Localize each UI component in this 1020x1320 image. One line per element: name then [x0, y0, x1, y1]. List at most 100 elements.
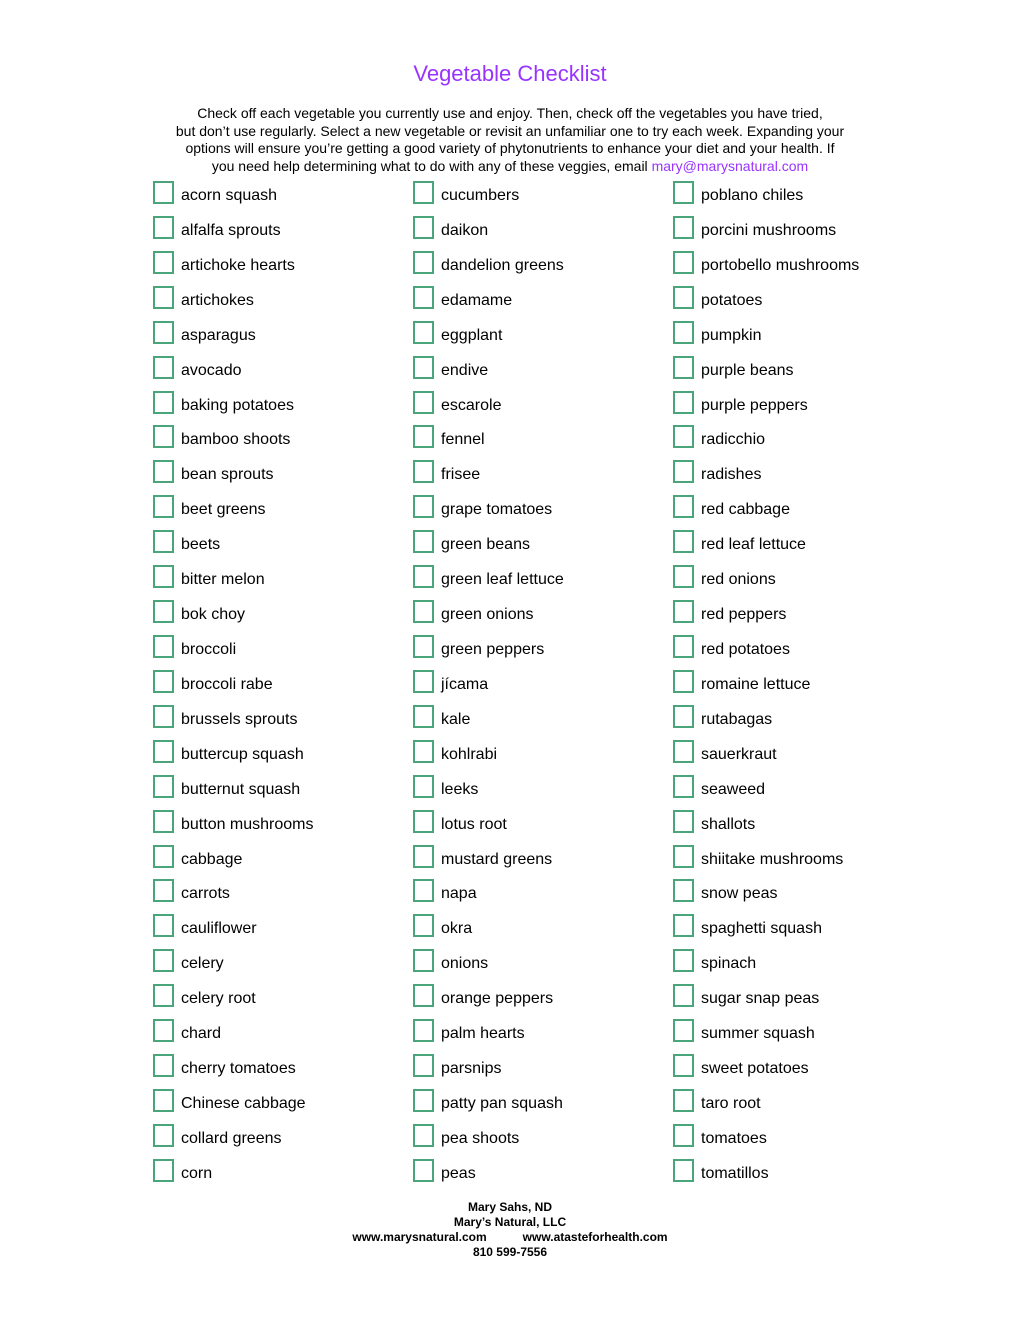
checklist-item[interactable]: baking potatoes — [153, 390, 403, 426]
checkbox[interactable] — [673, 774, 694, 798]
checkbox[interactable] — [153, 879, 174, 903]
checkbox[interactable] — [673, 181, 694, 204]
checkbox[interactable] — [153, 460, 174, 484]
checklist-item[interactable]: collard greens — [153, 1123, 403, 1159]
checklist-item[interactable]: tomatillos — [673, 1158, 923, 1194]
checkbox[interactable] — [153, 355, 174, 379]
checklist-item[interactable]: button mushrooms — [153, 809, 403, 845]
checklist-item[interactable]: asparagus — [153, 320, 403, 356]
checklist-item[interactable]: parsnips — [413, 1054, 663, 1089]
checkbox[interactable] — [153, 215, 174, 239]
checkbox[interactable] — [413, 1088, 434, 1112]
checklist-item[interactable]: pea shoots — [413, 1123, 663, 1159]
checklist-item[interactable]: rutabagas — [673, 704, 923, 740]
checklist-item[interactable]: green peppers — [413, 634, 663, 670]
checklist-item[interactable]: radicchio — [673, 425, 923, 460]
checklist-item[interactable]: broccoli rabe — [153, 669, 403, 705]
checklist-item[interactable]: peas — [413, 1158, 663, 1194]
checkbox[interactable] — [673, 914, 694, 938]
website-link-atasteforhealth[interactable]: www.atasteforhealth.com — [523, 1230, 668, 1244]
checkbox[interactable] — [673, 984, 694, 1008]
checkbox[interactable] — [153, 914, 174, 938]
checkbox[interactable] — [153, 530, 174, 554]
checkbox[interactable] — [153, 1158, 174, 1182]
checkbox[interactable] — [673, 390, 694, 414]
checkbox[interactable] — [673, 949, 694, 973]
checkbox[interactable] — [673, 285, 694, 309]
checkbox[interactable] — [153, 984, 174, 1008]
checkbox[interactable] — [413, 879, 434, 903]
checkbox[interactable] — [673, 844, 694, 868]
checkbox[interactable] — [413, 355, 434, 379]
checklist-item[interactable]: corn — [153, 1158, 403, 1194]
checkbox[interactable] — [413, 390, 434, 414]
checklist-item[interactable]: orange peppers — [413, 984, 663, 1019]
checklist-item[interactable]: red onions — [673, 565, 923, 600]
checkbox[interactable] — [413, 1019, 434, 1043]
checkbox[interactable] — [673, 634, 694, 658]
checklist-item[interactable]: beets — [153, 530, 403, 565]
checklist-item[interactable]: celery — [153, 949, 403, 984]
checkbox[interactable] — [413, 844, 434, 868]
checklist-item[interactable]: endive — [413, 355, 663, 391]
checklist-item[interactable]: purple peppers — [673, 390, 923, 426]
checkbox[interactable] — [153, 669, 174, 693]
checklist-item[interactable]: artichoke hearts — [153, 250, 403, 286]
checkbox[interactable] — [153, 600, 174, 624]
checklist-item[interactable]: brussels sprouts — [153, 704, 403, 740]
checkbox[interactable] — [413, 704, 434, 728]
checkbox[interactable] — [413, 984, 434, 1008]
checklist-item[interactable]: eggplant — [413, 320, 663, 356]
checkbox[interactable] — [153, 739, 174, 763]
checklist-item[interactable]: kohlrabi — [413, 739, 663, 775]
checklist-item[interactable]: buttercup squash — [153, 739, 403, 775]
checkbox[interactable] — [673, 355, 694, 379]
checklist-item[interactable]: cherry tomatoes — [153, 1054, 403, 1089]
checkbox[interactable] — [673, 495, 694, 519]
checkbox[interactable] — [673, 704, 694, 728]
checklist-item[interactable]: bitter melon — [153, 565, 403, 600]
checkbox[interactable] — [153, 250, 174, 274]
checkbox[interactable] — [673, 215, 694, 239]
checklist-item[interactable]: grape tomatoes — [413, 495, 663, 530]
checkbox[interactable] — [413, 320, 434, 344]
checkbox[interactable] — [413, 600, 434, 624]
checkbox[interactable] — [413, 1123, 434, 1147]
checklist-item[interactable]: snow peas — [673, 879, 923, 914]
checkbox[interactable] — [673, 565, 694, 589]
checkbox[interactable] — [153, 1019, 174, 1043]
checklist-item[interactable]: alfalfa sprouts — [153, 215, 403, 251]
checkbox[interactable] — [153, 809, 174, 833]
checklist-item[interactable]: napa — [413, 879, 663, 914]
checklist-item[interactable]: patty pan squash — [413, 1088, 663, 1124]
checklist-item[interactable]: sauerkraut — [673, 739, 923, 775]
checkbox[interactable] — [673, 320, 694, 344]
checkbox[interactable] — [413, 1158, 434, 1182]
checkbox[interactable] — [413, 530, 434, 554]
email-link[interactable]: mary@marysnatural.com — [652, 158, 809, 174]
checklist-item[interactable]: taro root — [673, 1088, 923, 1124]
checklist-item[interactable]: bamboo shoots — [153, 425, 403, 460]
checklist-item[interactable]: escarole — [413, 390, 663, 426]
checklist-item[interactable]: bok choy — [153, 600, 403, 635]
checklist-item[interactable]: green beans — [413, 530, 663, 565]
checklist-item[interactable]: artichokes — [153, 285, 403, 321]
checklist-item[interactable]: porcini mushrooms — [673, 215, 923, 251]
checklist-item[interactable]: broccoli — [153, 634, 403, 670]
checklist-item[interactable]: shiitake mushrooms — [673, 844, 923, 880]
checkbox[interactable] — [413, 181, 434, 204]
checkbox[interactable] — [153, 1088, 174, 1112]
checklist-item[interactable]: green leaf lettuce — [413, 565, 663, 600]
checklist-item[interactable]: romaine lettuce — [673, 669, 923, 705]
checkbox[interactable] — [673, 1123, 694, 1147]
checkbox[interactable] — [413, 285, 434, 309]
checklist-item[interactable]: mustard greens — [413, 844, 663, 880]
checkbox[interactable] — [413, 460, 434, 484]
checklist-item[interactable]: red cabbage — [673, 495, 923, 530]
checkbox[interactable] — [413, 425, 434, 449]
checklist-item[interactable]: jícama — [413, 669, 663, 705]
checkbox[interactable] — [413, 914, 434, 938]
checkbox[interactable] — [153, 704, 174, 728]
checkbox[interactable] — [413, 250, 434, 274]
checklist-item[interactable]: cucumbers — [413, 181, 663, 216]
